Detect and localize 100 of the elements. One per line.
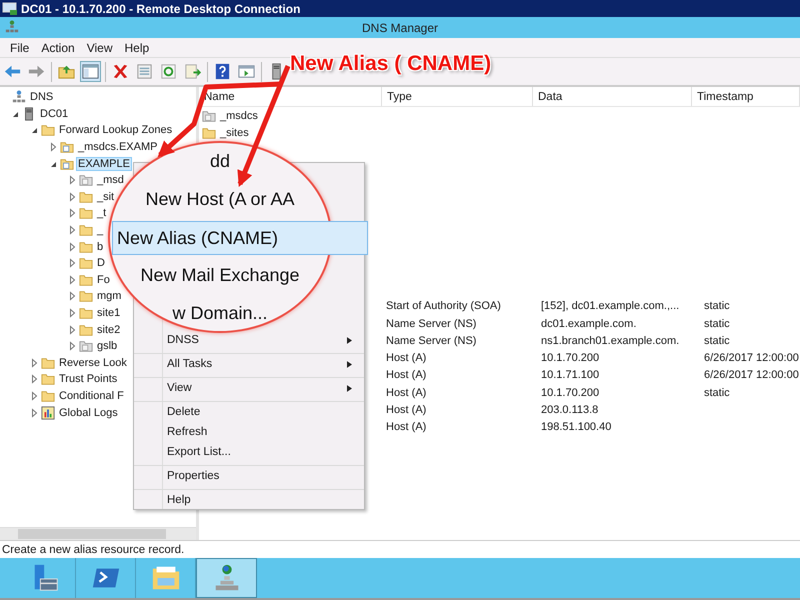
table-cell-text: Host (A) [385, 421, 428, 434]
menu-item[interactable]: View [80, 40, 118, 54]
folder-icon [202, 126, 216, 140]
tree-item[interactable]: gslb [95, 339, 120, 354]
delete-icon[interactable] [111, 62, 130, 81]
folder-icon [79, 322, 93, 337]
table-cell-text: Host (A) [385, 352, 428, 364]
network-icon [12, 90, 26, 104]
menu-item[interactable]: Export List... [134, 442, 364, 462]
tree-item[interactable]: b [95, 240, 106, 254]
expand-arrow-icon[interactable] [67, 242, 77, 252]
menu-item[interactable]: New Host (A or AA [145, 183, 295, 215]
menu-item[interactable]: Properties [134, 465, 364, 486]
folder-icon [41, 356, 55, 370]
submenu-arrow-icon [347, 336, 352, 344]
tree-item[interactable]: Global Logs [57, 406, 120, 420]
tree-item[interactable]: site1 [95, 306, 122, 320]
tree-item[interactable]: DC01 [38, 106, 70, 121]
help-icon[interactable] [213, 62, 232, 81]
table-cell-text: 10.1.71.100 [540, 369, 600, 382]
refresh-icon[interactable] [159, 62, 178, 81]
folder-icon [41, 123, 55, 138]
zone-folder-icon [60, 156, 74, 171]
export-list-icon[interactable] [183, 62, 202, 81]
monitor-icon [2, 2, 18, 16]
submenu-arrow-icon [347, 360, 352, 368]
tree-item[interactable]: DNS [28, 90, 56, 104]
expand-arrow-icon[interactable] [67, 175, 77, 186]
menu-item[interactable]: Help [118, 40, 156, 54]
expand-arrow-icon[interactable] [67, 341, 77, 352]
folder-icon [79, 240, 93, 254]
expand-arrow-icon[interactable] [67, 308, 77, 318]
expand-arrow-icon[interactable] [29, 374, 39, 384]
menu-item[interactable]: dd [210, 145, 230, 177]
window-title: DC01 - 10.1.70.200 - Remote Desktop Connection [21, 2, 300, 16]
menu-item[interactable]: New Mail Exchange [140, 259, 300, 291]
menu-item[interactable]: All Tasks [134, 353, 364, 374]
horizontal-scrollbar[interactable] [0, 527, 196, 540]
tree-item[interactable]: D [95, 256, 107, 270]
zone-folder-icon [60, 140, 74, 154]
tree-item[interactable]: Forward Lookup Zones [57, 123, 174, 138]
tree-item[interactable]: Conditional F [57, 388, 126, 403]
menu-item[interactable]: w Domain... [172, 297, 268, 329]
tree-item[interactable]: _t [95, 206, 108, 220]
document-folder-icon [202, 108, 216, 123]
expand-arrow-icon[interactable] [29, 408, 39, 418]
menu-item[interactable]: Delete [134, 401, 364, 422]
folder-icon [79, 272, 93, 287]
table-cell-text: 6/26/2017 12:00:00 [703, 352, 800, 364]
menu-item[interactable]: View [134, 377, 364, 398]
table-cell-text: Name Server (NS) [385, 318, 478, 330]
tree-item[interactable]: site2 [95, 322, 122, 337]
tree-item[interactable]: Trust Points [57, 372, 120, 386]
submenu-arrow-icon [347, 384, 352, 392]
menu-item[interactable]: File [4, 40, 36, 54]
table-cell-text: Start of Authority (SOA) [385, 300, 502, 312]
folder-icon [79, 306, 93, 320]
expand-arrow-icon[interactable] [67, 324, 77, 335]
window-title: DNS Manager [362, 20, 438, 34]
expand-arrow-icon[interactable] [29, 390, 39, 401]
expand-arrow-icon[interactable] [67, 225, 77, 236]
expand-arrow-icon[interactable] [67, 208, 77, 218]
folder-icon [79, 206, 93, 220]
tree-item[interactable]: _msd [95, 173, 126, 188]
menu-item[interactable]: Help [134, 489, 364, 510]
folder-icon [79, 190, 93, 204]
expand-arrow-icon[interactable] [29, 358, 39, 368]
table-cell-text: Name Server (NS) [385, 334, 478, 347]
menu-item[interactable]: Action [35, 40, 81, 54]
column-header[interactable]: Timestamp [692, 87, 800, 106]
table-cell-text: 6/26/2017 12:00:00 [703, 369, 800, 382]
expand-arrow-icon[interactable] [67, 192, 77, 202]
table-cell-text: Host (A) [385, 404, 428, 416]
tree-item[interactable]: EXAMPLE [76, 156, 132, 171]
status-bar: Create a new alias resource record. [0, 540, 800, 558]
tree-item[interactable]: Reverse Look [57, 356, 129, 370]
menu-item[interactable]: Refresh [134, 422, 364, 442]
properties-icon[interactable] [135, 62, 154, 81]
tree-item[interactable]: Fo [95, 272, 112, 287]
console-tree-icon[interactable] [81, 62, 100, 81]
tree-item[interactable]: mgm [95, 289, 124, 304]
folder-icon [41, 388, 55, 403]
table-cell: _sites [220, 126, 249, 139]
table-cell-text: 198.51.100.40 [540, 421, 612, 434]
table-cell: _msdcs [220, 110, 258, 122]
expand-arrow-icon[interactable] [67, 274, 77, 285]
expand-arrow-icon[interactable] [48, 142, 58, 152]
tree-item[interactable]: _sit [95, 190, 116, 204]
expand-arrow-icon[interactable] [67, 291, 77, 302]
table-cell-text: static [703, 334, 731, 347]
menu-item[interactable]: New Alias (CNAME) [112, 221, 368, 255]
table-cell-text: [152], dc01.example.com.,... [540, 300, 680, 312]
tree-item[interactable]: _ [95, 223, 106, 238]
menu-item[interactable]: DNSS [134, 330, 364, 350]
table-cell-text: Host (A) [385, 386, 428, 399]
expand-arrow-icon[interactable] [67, 258, 77, 268]
column-header[interactable]: Type [382, 87, 533, 106]
tree-item[interactable]: _msdcs.EXAMP [76, 140, 160, 154]
taskbar-button[interactable] [196, 558, 257, 598]
column-header[interactable]: Data [533, 87, 692, 106]
